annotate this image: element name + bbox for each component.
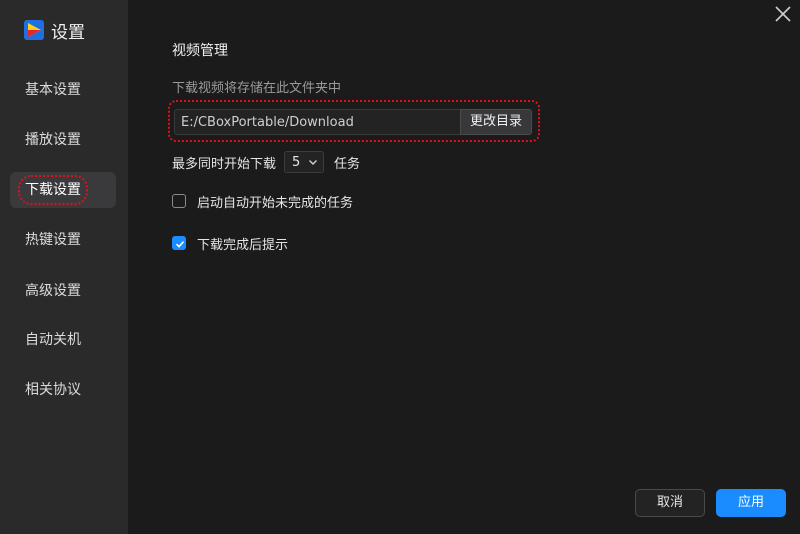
sidebar-item-label: 高级设置 — [25, 283, 81, 299]
window-title: 设置 — [51, 22, 85, 43]
close-button[interactable] — [772, 3, 794, 25]
download-path-group: 更改目录 — [168, 100, 540, 142]
sidebar-item-label: 播放设置 — [25, 132, 81, 148]
section-title: 视频管理 — [172, 43, 228, 59]
app-brand: 设置 — [24, 18, 85, 43]
select-value: 5 — [292, 154, 301, 170]
sidebar-item-download[interactable]: 下载设置 — [10, 172, 116, 208]
download-path-input[interactable] — [174, 109, 460, 135]
sidebar-item-advanced[interactable]: 高级设置 — [10, 273, 116, 309]
sidebar-item-label: 相关协议 — [25, 382, 81, 398]
apply-button[interactable]: 应用 — [716, 489, 786, 517]
concurrent-downloads-row: 最多同时开始下载 5 任务 — [172, 150, 360, 174]
sidebar-item-label: 热键设置 — [25, 232, 81, 248]
close-icon — [775, 6, 791, 22]
sidebar-item-playback[interactable]: 播放设置 — [10, 122, 116, 158]
sidebar-item-basic[interactable]: 基本设置 — [10, 72, 116, 108]
concurrent-downloads-select[interactable]: 5 — [284, 151, 325, 173]
sidebar-item-label: 下载设置 — [18, 175, 88, 205]
checkmark-icon — [175, 241, 185, 248]
sidebar-item-agreements[interactable]: 相关协议 — [10, 372, 116, 408]
sidebar-item-auto-shutdown[interactable]: 自动关机 — [10, 322, 116, 358]
sidebar-item-label: 基本设置 — [25, 82, 81, 98]
auto-start-option[interactable]: 启动自动开始未完成的任务 — [172, 191, 353, 211]
chevron-down-icon — [309, 160, 318, 165]
limit-suffix-label: 任务 — [334, 156, 361, 172]
sidebar-item-label: 自动关机 — [25, 332, 81, 348]
auto-start-label: 启动自动开始未完成的任务 — [197, 195, 354, 211]
path-caption: 下载视频将存储在此文件夹中 — [172, 81, 342, 96]
cancel-button[interactable]: 取消 — [635, 489, 705, 517]
sidebar: 设置 基本设置 播放设置 下载设置 热键设置 高级设置 自动关机 相关协议 — [0, 0, 128, 534]
notify-label: 下载完成后提示 — [197, 237, 289, 253]
limit-prefix-label: 最多同时开始下载 — [172, 156, 277, 172]
notify-checkbox[interactable] — [172, 236, 186, 250]
settings-panel: 视频管理 下载视频将存储在此文件夹中 更改目录 最多同时开始下载 5 任务 启动… — [128, 0, 800, 534]
change-directory-button[interactable]: 更改目录 — [460, 109, 532, 135]
sidebar-item-hotkeys[interactable]: 热键设置 — [10, 222, 116, 258]
notify-option[interactable]: 下载完成后提示 — [172, 233, 288, 253]
auto-start-checkbox[interactable] — [172, 194, 186, 208]
app-logo-icon — [24, 20, 44, 40]
